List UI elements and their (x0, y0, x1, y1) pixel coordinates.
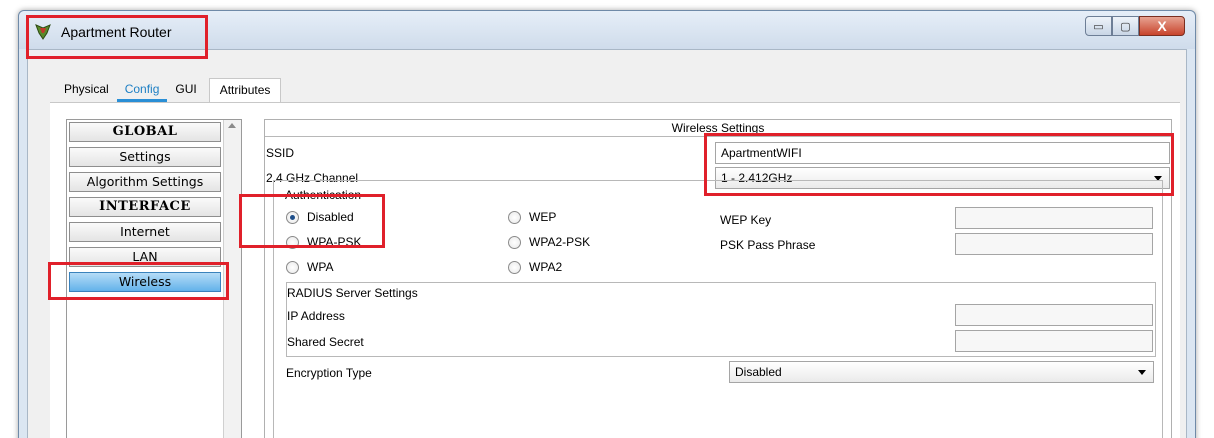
window-controls: ▭ ▢ X (1085, 16, 1185, 38)
auth-radio-wpa2-psk[interactable]: WPA2-PSK (508, 235, 590, 249)
auth-option-label: WEP (529, 210, 557, 224)
shared-secret-label: Shared Secret (287, 335, 364, 349)
sidebar-item-algorithm-settings[interactable]: Algorithm Settings (69, 172, 221, 192)
radio-icon (508, 210, 521, 224)
wep-key-label: WEP Key (720, 213, 772, 227)
window-content: Physical Config GUI Attributes GLOBAL Se… (27, 49, 1187, 438)
ip-address-input[interactable] (955, 304, 1153, 326)
sidebar-header-interface: INTERFACE (69, 197, 221, 217)
highlight-wireless (48, 262, 229, 300)
encryption-type-label: Encryption Type (286, 366, 372, 380)
sidebar-item-settings[interactable]: Settings (69, 147, 221, 167)
sidebar-item-internet[interactable]: Internet (69, 222, 221, 242)
authentication-group: Authentication Disabled WEP WPA-PSK WPA2… (273, 180, 1163, 438)
tab-physical[interactable]: Physical (56, 78, 117, 102)
radio-icon (286, 260, 299, 274)
encryption-type-select[interactable]: Disabled (729, 361, 1154, 383)
tab-bar: Physical Config GUI Attributes (56, 78, 282, 102)
minimize-button[interactable]: ▭ (1085, 16, 1112, 36)
highlight-ssid-channel (704, 133, 1174, 196)
chevron-down-icon (1138, 370, 1146, 375)
scroll-up-icon[interactable] (228, 123, 236, 128)
auth-radio-wpa[interactable]: WPA (286, 260, 333, 274)
wep-key-input[interactable] (955, 207, 1153, 229)
ip-address-label: IP Address (287, 309, 345, 323)
sidebar-header-global: GLOBAL (69, 122, 221, 142)
auth-option-label: WPA2-PSK (529, 235, 591, 249)
psk-pass-phrase-input[interactable] (955, 233, 1153, 255)
tab-config[interactable]: Config (116, 78, 168, 102)
close-button[interactable]: X (1139, 16, 1185, 36)
tab-gui[interactable]: GUI (167, 78, 204, 102)
maximize-button[interactable]: ▢ (1112, 16, 1139, 36)
highlight-authentication (239, 194, 385, 248)
shared-secret-input[interactable] (955, 330, 1153, 352)
psk-pass-phrase-label: PSK Pass Phrase (720, 238, 816, 252)
radius-server-group: RADIUS Server Settings IP Address Shared… (286, 282, 1156, 357)
radio-icon (508, 260, 521, 274)
highlight-title (26, 15, 208, 59)
auth-option-label: WPA (307, 260, 334, 274)
auth-option-label: WPA2 (529, 260, 563, 274)
ssid-label: SSID (266, 146, 295, 160)
encryption-select-value: Disabled (735, 365, 782, 379)
radio-icon (508, 235, 521, 249)
radius-title: RADIUS Server Settings (287, 286, 418, 300)
auth-radio-wep[interactable]: WEP (508, 210, 556, 224)
tab-attributes[interactable]: Attributes (208, 78, 282, 102)
auth-radio-wpa2[interactable]: WPA2 (508, 260, 562, 274)
router-window: Apartment Router ▭ ▢ X Physical Config G… (18, 10, 1196, 438)
